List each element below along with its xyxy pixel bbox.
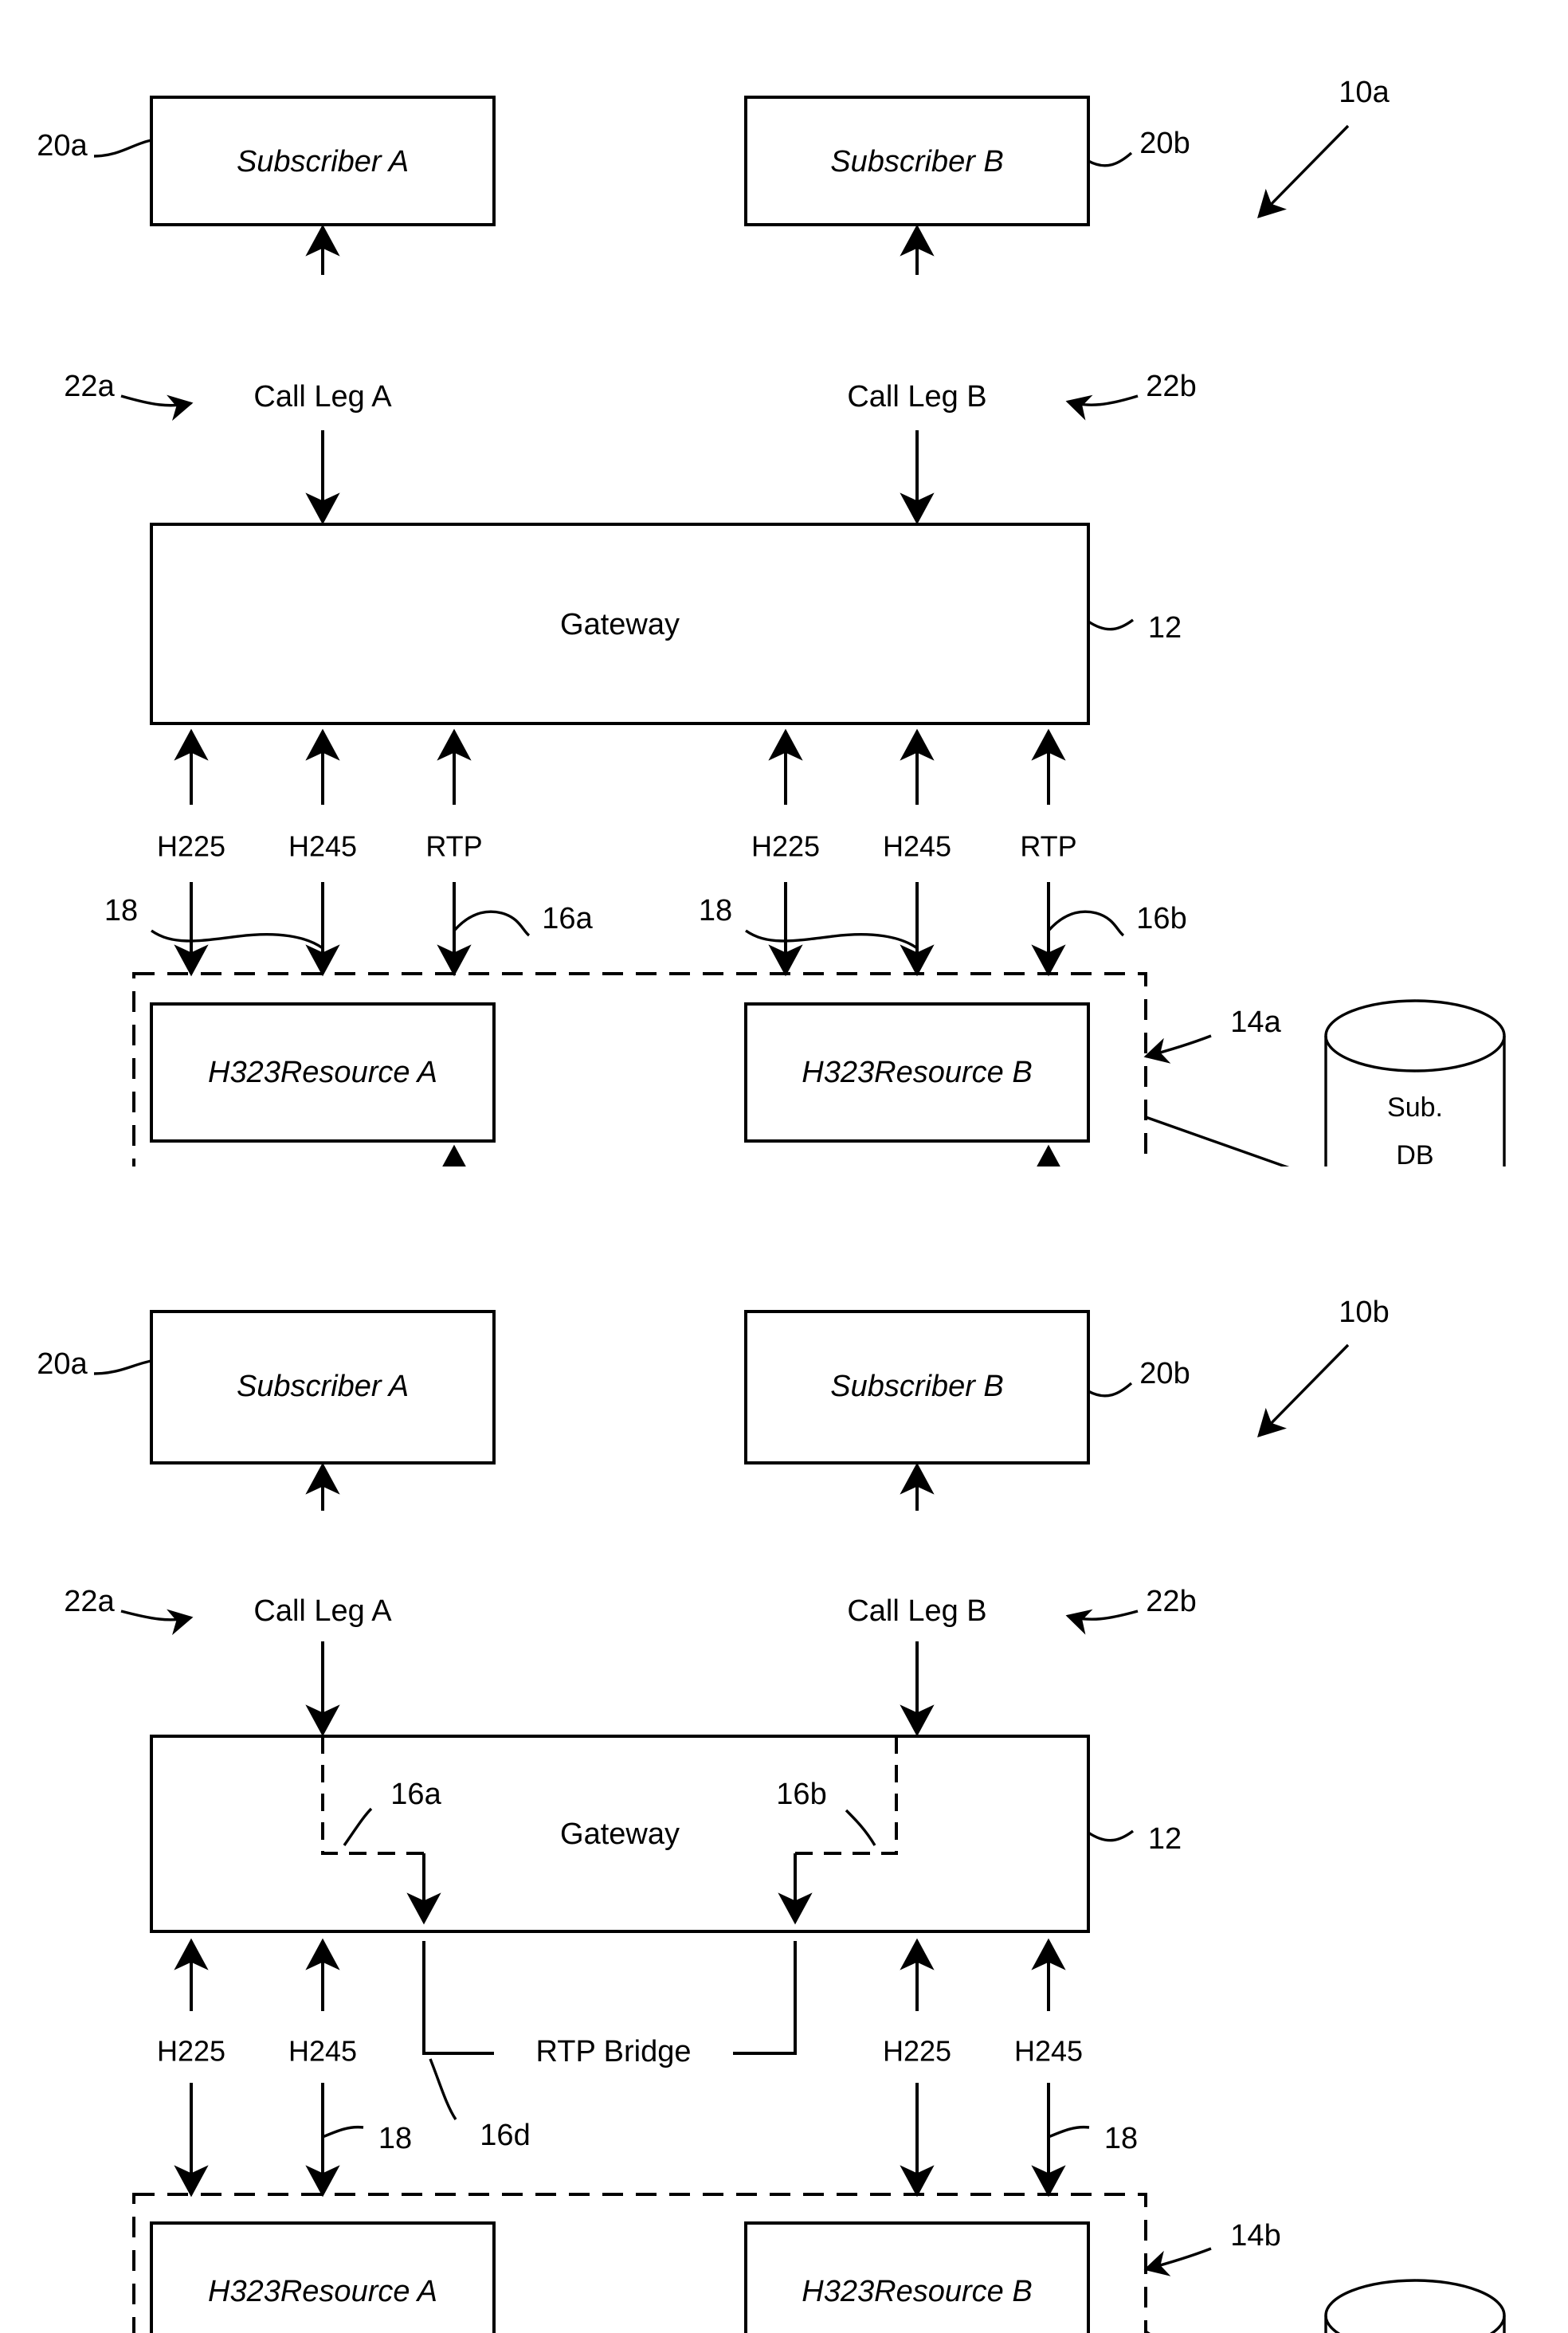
- protocol-label-h225-right-fig2: H225: [883, 2035, 951, 2068]
- protocol-label-h245-right-fig2: H245: [1014, 2035, 1083, 2068]
- gateway-label-fig1: Gateway: [560, 608, 680, 641]
- db-connector-fig1: [1145, 1116, 1290, 1166]
- system-ref-arrow-fig1: [1257, 124, 1350, 219]
- subscriber-a-label-fig2: Subscriber A: [237, 1370, 409, 1403]
- ref-16d: 16d: [480, 2119, 530, 2152]
- gateway-leader-fig2: [1088, 1829, 1135, 1842]
- call-leg-a-ref-arrow-fig2: [120, 1609, 194, 1636]
- figure-1: Subscriber A 20a Subscriber B 20b 10a Ca…: [37, 76, 1506, 1166]
- ref-22b-fig1: 22b: [1146, 370, 1196, 403]
- call-leg-a-ref-arrow: [120, 394, 194, 422]
- call-leg-b-label: Call Leg B: [847, 380, 986, 414]
- call-leg-a-label-fig2: Call Leg A: [253, 1594, 392, 1628]
- subscriber-db-line2-fig1: DB: [1396, 1140, 1433, 1166]
- ref-18-right-fig2: 18: [1104, 2122, 1138, 2155]
- protocol-label-h245-left-fig1: H245: [288, 830, 357, 863]
- subscriber-b-label: Subscriber B: [830, 145, 1004, 178]
- subscriber-a-leader: [93, 139, 152, 158]
- ref-18-left-brace-fig1: [151, 929, 323, 950]
- rtp-bridge-right-path-fig2: [733, 1941, 797, 2055]
- protocol-label-rtp-left-fig1: RTP: [425, 830, 482, 863]
- ref-12-fig1: 12: [1148, 611, 1182, 645]
- subscriber-b-leader-fig2: [1088, 1382, 1133, 1398]
- ref-22a-fig1: 22a: [64, 370, 115, 403]
- ref-16b-fig1: 16b: [1136, 902, 1186, 935]
- ref-16a-fig1: 16a: [542, 902, 593, 935]
- subscriber-a-leader-fig2: [93, 1359, 152, 1375]
- ref-18-left-fig2: 18: [378, 2122, 412, 2155]
- ref-18-right-brace-fig1: [745, 929, 918, 950]
- ref-16b-fig2: 16b: [776, 1778, 826, 1811]
- protocol-label-rtp-right-fig1: RTP: [1020, 830, 1076, 863]
- ref-18-right-leader-fig2: [1048, 2125, 1090, 2139]
- ref-20a-fig1: 20a: [37, 129, 88, 163]
- rtp-bridge-label-fig2: RTP Bridge: [535, 2035, 691, 2068]
- ref-14b-leader: [1143, 2247, 1212, 2276]
- h323-resource-b-label-fig1: H323Resource B: [802, 1056, 1032, 1089]
- protocol-label-h225-left-fig2: H225: [157, 2035, 225, 2068]
- ref-22a-fig2: 22a: [64, 1585, 115, 1618]
- ref-14b: 14b: [1230, 2219, 1280, 2253]
- gateway-label-fig2: Gateway: [560, 1817, 680, 1851]
- call-leg-b-label-fig2: Call Leg B: [847, 1594, 986, 1628]
- h323-resource-a-label-fig1: H323Resource A: [208, 1056, 437, 1089]
- h323-resource-a-label-fig2: H323Resource A: [208, 2275, 437, 2308]
- ref-18-right-fig1: 18: [699, 894, 732, 927]
- ref-18-left-leader-fig2: [322, 2125, 364, 2139]
- call-leg-b-ref-arrow-fig2: [1065, 1609, 1139, 1635]
- figure-2: Subscriber A 20a Subscriber B 20b 10b Ca…: [37, 1296, 1506, 2333]
- h323-resource-b-label-fig2: H323Resource B: [802, 2275, 1032, 2308]
- rtp-bridge-right-run-fig1: [1031, 1144, 1066, 1166]
- protocol-label-h225-right-fig1: H225: [751, 830, 820, 863]
- ref-20b-fig1: 20b: [1139, 127, 1190, 160]
- ref-20b-fig2: 20b: [1139, 1357, 1190, 1390]
- ref-16a-fig2: 16a: [390, 1778, 441, 1811]
- ref-16d-leader: [429, 2058, 457, 2120]
- call-leg-a-label: Call Leg A: [253, 380, 392, 414]
- ref-12-fig2: 12: [1148, 1822, 1182, 1856]
- protocol-label-h245-right-fig1: H245: [883, 830, 951, 863]
- subscriber-b-label-fig2: Subscriber B: [830, 1370, 1004, 1403]
- subscriber-db-line1-fig1: Sub.: [1387, 1092, 1443, 1123]
- call-leg-b-ref-arrow: [1065, 394, 1139, 421]
- ref-10b: 10b: [1339, 1296, 1389, 1329]
- ref-10a: 10a: [1339, 76, 1390, 109]
- protocol-label-h245-left-fig2: H245: [288, 2035, 357, 2068]
- ref-16b-leader-fig1: [1047, 910, 1125, 937]
- drawing-sheet: Subscriber A 20a Subscriber B 20b 10a Ca…: [0, 0, 1568, 2333]
- ref-14a-leader: [1143, 1034, 1212, 1064]
- subscriber-b-leader: [1088, 151, 1133, 167]
- gateway-leader-fig1: [1088, 618, 1135, 631]
- subscriber-a-label: Subscriber A: [237, 145, 409, 178]
- rtp-bridge-left-path-fig2: [422, 1941, 494, 2055]
- ref-18-left-fig1: 18: [104, 894, 138, 927]
- subscriber-db-cylinder-fig2[interactable]: [1324, 2279, 1506, 2333]
- ref-20a-fig2: 20a: [37, 1347, 88, 1381]
- protocol-label-h225-left-fig1: H225: [157, 830, 225, 863]
- system-ref-arrow-fig2: [1257, 1343, 1350, 1438]
- ref-14a: 14a: [1230, 1006, 1281, 1039]
- ref-22b-fig2: 22b: [1146, 1585, 1196, 1618]
- ref-16a-leader-fig1: [453, 910, 531, 937]
